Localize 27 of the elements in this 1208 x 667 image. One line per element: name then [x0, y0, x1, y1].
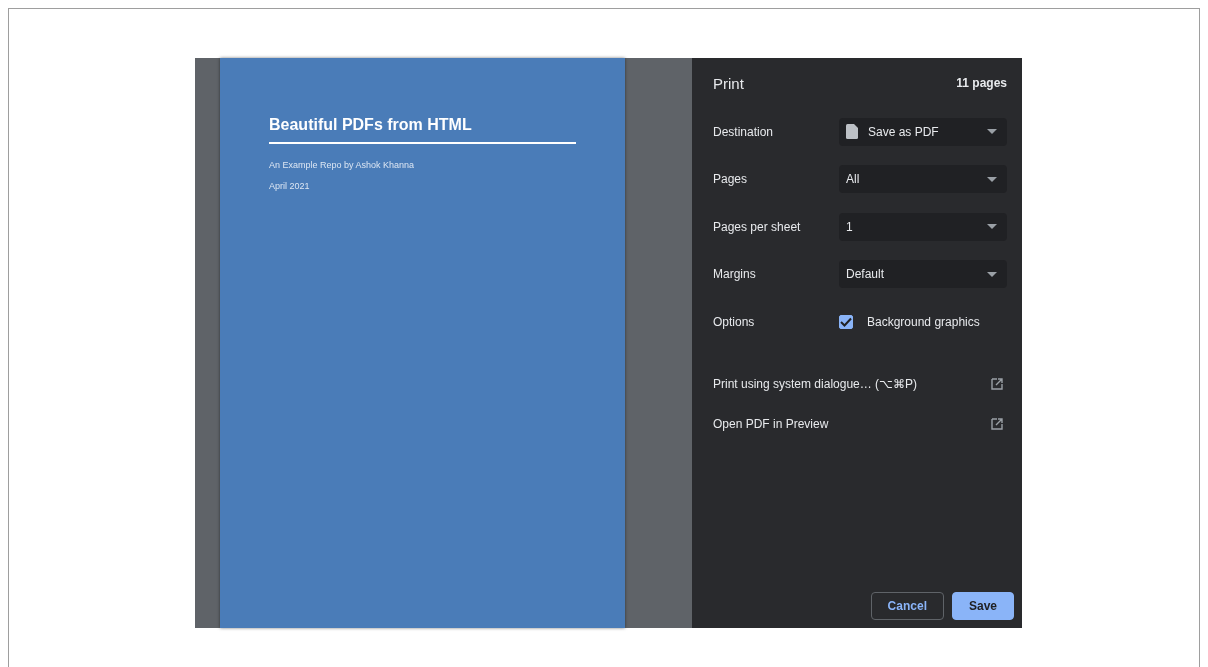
- caret-icon: [987, 271, 997, 277]
- dropdown[interactable]: All: [839, 165, 1007, 194]
- document-title: Beautiful PDFs from HTML: [269, 116, 576, 144]
- external-link-icon: [991, 377, 1003, 390]
- document-date: April 2021: [269, 181, 311, 191]
- dropdown[interactable]: Default: [839, 260, 1007, 289]
- caret-icon: [987, 129, 997, 135]
- external-link-icon: [991, 417, 1003, 430]
- checkbox[interactable]: [839, 314, 853, 329]
- cancel-button[interactable]: Cancel: [870, 592, 944, 620]
- setting-label: Pages per sheet: [713, 219, 802, 234]
- save-button[interactable]: Save: [951, 592, 1014, 620]
- dropdown[interactable]: 1: [839, 212, 1007, 241]
- dialog-title: Print: [713, 74, 744, 92]
- link[interactable]: Open PDF in Preview: [713, 416, 829, 431]
- checkbox-label[interactable]: Background graphics: [867, 314, 980, 329]
- setting-label: Margins: [713, 267, 757, 282]
- link[interactable]: Print using system dialogue… (⌥⌘P): [713, 376, 918, 391]
- document-subtitle: An Example Repo by Ashok Khanna: [269, 160, 416, 170]
- setting-label: Destination: [713, 124, 775, 139]
- setting-label: Pages: [713, 172, 749, 187]
- setting-label: Options: [713, 314, 756, 329]
- caret-icon: [987, 176, 997, 182]
- dropdown[interactable]: Save as PDF: [839, 117, 1007, 146]
- page-count: 11 pages: [956, 76, 1007, 90]
- file-icon: [846, 124, 858, 140]
- caret-icon: [987, 224, 997, 230]
